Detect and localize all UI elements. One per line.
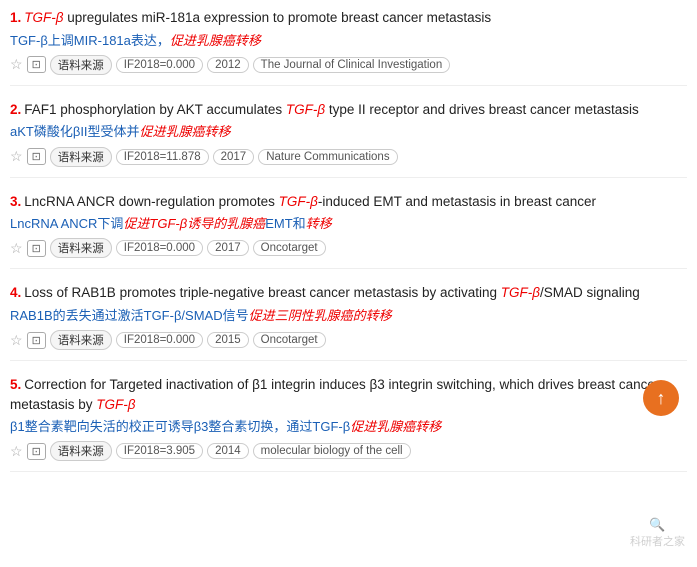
result-meta: ☆⊡语料来源IF2018=0.0002012The Journal of Cli… — [10, 55, 687, 75]
result-number: 3. — [10, 194, 21, 209]
cite-icon[interactable]: ⊡ — [27, 332, 46, 349]
if-tag: IF2018=0.000 — [116, 57, 203, 73]
star-icon[interactable]: ☆ — [10, 148, 23, 165]
result-title: 4.Loss of RAB1B promotes triple-negative… — [10, 283, 687, 303]
result-item: 4.Loss of RAB1B promotes triple-negative… — [10, 283, 687, 361]
watermark: 🔍 科研者之家 — [630, 517, 685, 549]
result-chinese-title: β1整合素靶向失活的校正可诱导β3整合素切换，通过TGF-β促进乳腺癌转移 — [10, 418, 687, 436]
result-chinese-title: LncRNA ANCR下调促进TGF-β诱导的乳腺癌EMT和转移 — [10, 215, 687, 233]
result-number: 4. — [10, 285, 21, 300]
if-tag: IF2018=0.000 — [116, 240, 203, 256]
if-tag: IF2018=3.905 — [116, 443, 203, 459]
result-chinese-title: aKT磷酸化βII型受体并促进乳腺癌转移 — [10, 123, 687, 141]
journal-tag: The Journal of Clinical Investigation — [253, 57, 451, 73]
journal-tag: Oncotarget — [253, 240, 326, 256]
year-tag: 2014 — [207, 443, 249, 459]
cite-icon[interactable]: ⊡ — [27, 56, 46, 73]
result-chinese-title: TGF-β上调MIR-181a表达，促进乳腺癌转移 — [10, 32, 687, 50]
result-meta: ☆⊡语料来源IF2018=0.0002017Oncotarget — [10, 238, 687, 258]
result-title: 5.Correction for Targeted inactivation o… — [10, 375, 687, 414]
result-list: 1.TGF-β upregulates miR-181a expression … — [10, 8, 687, 472]
source-tag[interactable]: 语料来源 — [50, 441, 112, 461]
result-item: 2.FAF1 phosphorylation by AKT accumulate… — [10, 100, 687, 178]
scroll-up-button[interactable]: ↑ — [643, 380, 679, 416]
journal-tag: Nature Communications — [258, 149, 397, 165]
journal-tag: Oncotarget — [253, 332, 326, 348]
result-number: 1. — [10, 10, 21, 25]
star-icon[interactable]: ☆ — [10, 332, 23, 349]
source-tag[interactable]: 语料来源 — [50, 238, 112, 258]
year-tag: 2017 — [207, 240, 249, 256]
star-icon[interactable]: ☆ — [10, 56, 23, 73]
result-title: 3.LncRNA ANCR down-regulation promotes T… — [10, 192, 687, 212]
source-tag[interactable]: 语料来源 — [50, 330, 112, 350]
result-item: 3.LncRNA ANCR down-regulation promotes T… — [10, 192, 687, 270]
result-title: 1.TGF-β upregulates miR-181a expression … — [10, 8, 687, 28]
result-title: 2.FAF1 phosphorylation by AKT accumulate… — [10, 100, 687, 120]
result-meta: ☆⊡语料来源IF2018=3.9052014molecular biology … — [10, 441, 687, 461]
result-chinese-title: RAB1B的丢失通过激活TGF-β/SMAD信号促进三阴性乳腺癌的转移 — [10, 307, 687, 325]
year-tag: 2012 — [207, 57, 249, 73]
journal-tag: molecular biology of the cell — [253, 443, 411, 459]
year-tag: 2017 — [213, 149, 255, 165]
result-number: 2. — [10, 102, 21, 117]
if-tag: IF2018=11.878 — [116, 149, 209, 165]
result-meta: ☆⊡语料来源IF2018=0.0002015Oncotarget — [10, 330, 687, 350]
cite-icon[interactable]: ⊡ — [27, 148, 46, 165]
star-icon[interactable]: ☆ — [10, 240, 23, 257]
cite-icon[interactable]: ⊡ — [27, 443, 46, 460]
source-tag[interactable]: 语料来源 — [50, 55, 112, 75]
result-number: 5. — [10, 377, 21, 392]
result-item: 5.Correction for Targeted inactivation o… — [10, 375, 687, 472]
star-icon[interactable]: ☆ — [10, 443, 23, 460]
result-meta: ☆⊡语料来源IF2018=11.8782017Nature Communicat… — [10, 147, 687, 167]
if-tag: IF2018=0.000 — [116, 332, 203, 348]
year-tag: 2015 — [207, 332, 249, 348]
source-tag[interactable]: 语料来源 — [50, 147, 112, 167]
result-item: 1.TGF-β upregulates miR-181a expression … — [10, 8, 687, 86]
cite-icon[interactable]: ⊡ — [27, 240, 46, 257]
